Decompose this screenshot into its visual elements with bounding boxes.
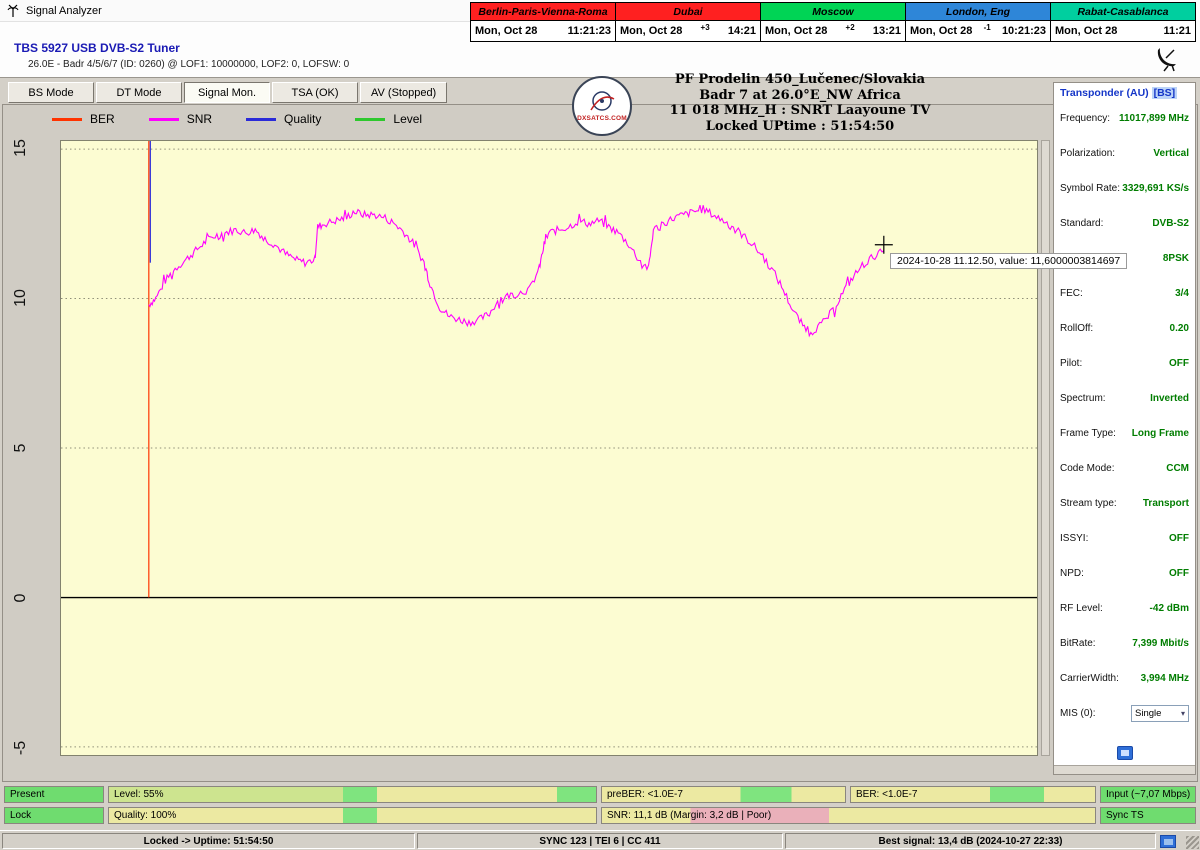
- clock-time: 11:21: [1163, 25, 1191, 37]
- present-indicator: Present: [4, 786, 104, 803]
- clock-time: 14:21: [728, 25, 756, 37]
- legend-quality: Quality: [246, 112, 321, 126]
- dt-mode-button[interactable]: DT Mode: [96, 82, 182, 103]
- transponder-row-carrierwidth: CarrierWidth:3,994 MHz: [1054, 661, 1195, 696]
- chevron-down-icon: ▾: [1181, 709, 1185, 718]
- logo-text: DXSATCS.COM: [577, 115, 627, 122]
- ber-line-swatch: [52, 118, 82, 121]
- transponder-row-rolloff: RollOff:0.20: [1054, 311, 1195, 346]
- utc-offset: +2: [846, 23, 855, 32]
- mode-toolbar: BS Mode DT Mode Signal Mon. TSA (OK) AV …: [8, 82, 447, 103]
- chart-canvas[interactable]: [61, 141, 1037, 755]
- clock-dubai: Dubai Mon, Oct 28+314:21: [616, 2, 761, 42]
- panel-footer: [1054, 746, 1195, 760]
- panel-horizontal-scrollbar[interactable]: [1054, 765, 1195, 774]
- cursor-tooltip: 2024-10-28 11.12.50, value: 11,600000381…: [890, 253, 1127, 269]
- transponder-row-npd: NPD:OFF: [1054, 556, 1195, 591]
- transponder-row-frametype: Frame Type:Long Frame: [1054, 416, 1195, 451]
- status-uptime: Locked -> Uptime: 51:54:50: [2, 833, 415, 849]
- bs-badge: [BS]: [1152, 87, 1178, 99]
- resize-grip[interactable]: [1186, 836, 1199, 849]
- site-header: PF Prodelin 450_Lučenec/Slovakia Badr 7 …: [600, 72, 1000, 134]
- clock-date: Mon, Oct 28: [1055, 25, 1117, 37]
- site-header-line3: 11 018 MHz_H : SNRT Laayoune TV: [600, 103, 1000, 119]
- clock-moscow: Moscow Mon, Oct 28+213:21: [761, 2, 906, 42]
- transponder-row-spectrum: Spectrum:Inverted: [1054, 381, 1195, 416]
- site-header-line4: Locked UPtime : 51:54:50: [600, 119, 1000, 135]
- input-indicator: Input (~7,07 Mbps): [1100, 786, 1196, 803]
- legend-snr: SNR: [149, 112, 212, 126]
- status-sync-counters: SYNC 123 | TEI 6 | CC 411: [417, 833, 783, 849]
- snr-meter: SNR: 11,1 dB (Margin: 3,2 dB | Poor): [601, 807, 1096, 824]
- transponder-row-codemode: Code Mode:CCM: [1054, 451, 1195, 486]
- y-tick-5: 5: [12, 433, 30, 463]
- tuner-name: TBS 5927 USB DVB-S2 Tuner: [14, 41, 180, 55]
- snr-line-swatch: [149, 118, 179, 121]
- preber-meter: preBER: <1.0E-7: [601, 786, 846, 803]
- clock-rabat: Rabat-Casablanca Mon, Oct 2811:21: [1051, 2, 1196, 42]
- transponder-row-issyi: ISSYI:OFF: [1054, 521, 1195, 556]
- clock-time: 11:21:23: [568, 25, 611, 37]
- status-best-signal: Best signal: 13,4 dB (2024-10-27 22:33): [785, 833, 1156, 849]
- transponder-row-fec: FEC:3/4: [1054, 276, 1195, 311]
- logo-art-icon: [587, 90, 617, 114]
- signal-mon-button[interactable]: Signal Mon.: [184, 82, 270, 103]
- legend-level: Level: [355, 112, 422, 126]
- y-tick-neg5: -5: [12, 733, 30, 763]
- clock-date: Mon, Oct 28: [475, 25, 537, 37]
- clock-date: Mon, Oct 28: [910, 25, 972, 37]
- satellite-dish-icon: [1152, 44, 1182, 77]
- transponder-row-symbolrate: Symbol Rate:3329,691 KS/s: [1054, 171, 1195, 206]
- y-tick-0: 0: [12, 583, 30, 613]
- status-monitor-icon[interactable]: [1160, 835, 1176, 848]
- site-header-line2: Badr 7 at 26.0°E_NW Africa: [600, 88, 1000, 104]
- dxsatcs-logo: DXSATCS.COM: [572, 76, 632, 136]
- y-tick-10: 10: [12, 283, 30, 313]
- quality-line-swatch: [246, 118, 276, 121]
- utc-offset: -1: [984, 23, 991, 32]
- transponder-row-rflevel: RF Level:-42 dBm: [1054, 591, 1195, 626]
- chart-vertical-scrollbar[interactable]: [1041, 140, 1050, 756]
- tsa-button[interactable]: TSA (OK): [272, 82, 358, 103]
- transponder-row-bitrate: BitRate:7,399 Mbit/s: [1054, 626, 1195, 661]
- mis-dropdown[interactable]: Single▾: [1131, 705, 1189, 722]
- window-title: Signal Analyzer: [26, 5, 102, 17]
- status-bar: Locked -> Uptime: 51:54:50 SYNC 123 | TE…: [0, 830, 1200, 850]
- clock-time: 10:21:23: [1002, 25, 1046, 37]
- transponder-panel: Transponder (AU) [BS] Frequency:11017,89…: [1053, 82, 1196, 775]
- transponder-row-pilot: Pilot:OFF: [1054, 346, 1195, 381]
- site-header-line1: PF Prodelin 450_Lučenec/Slovakia: [600, 72, 1000, 88]
- utc-offset: +3: [701, 23, 710, 32]
- av-button[interactable]: AV (Stopped): [360, 82, 447, 103]
- legend-ber: BER: [52, 112, 115, 126]
- app-icon: [6, 4, 20, 18]
- panel-tool-icon[interactable]: [1117, 746, 1133, 760]
- clock-london: London, Eng Mon, Oct 28-110:21:23: [906, 2, 1051, 42]
- transponder-row-standard: Standard:DVB-S2: [1054, 206, 1195, 241]
- signal-chart[interactable]: [60, 140, 1038, 756]
- sync-ts-indicator: Sync TS: [1100, 807, 1196, 824]
- world-clocks: Berlin-Paris-Vienna-Roma Mon, Oct 2811:2…: [470, 2, 1196, 42]
- ber-meter: BER: <1.0E-7: [850, 786, 1096, 803]
- lock-indicator: Lock: [4, 807, 104, 824]
- transponder-row-frequency: Frequency:11017,899 MHz: [1054, 101, 1195, 136]
- level-line-swatch: [355, 118, 385, 121]
- quality-meter: Quality: 100%: [108, 807, 597, 824]
- transponder-panel-title: Transponder (AU) [BS]: [1054, 83, 1195, 101]
- level-meter: Level: 55%: [108, 786, 597, 803]
- transponder-row-streamtype: Stream type:Transport: [1054, 486, 1195, 521]
- y-tick-15: 15: [12, 133, 30, 163]
- clock-date: Mon, Oct 28: [620, 25, 682, 37]
- clock-time: 13:21: [873, 25, 901, 37]
- clock-date: Mon, Oct 28: [765, 25, 827, 37]
- transponder-row-polarization: Polarization:Vertical: [1054, 136, 1195, 171]
- bs-mode-button[interactable]: BS Mode: [8, 82, 94, 103]
- titlebar: Signal Analyzer: [0, 0, 470, 22]
- tuner-config: 26.0E - Badr 4/5/6/7 (ID: 0260) @ LOF1: …: [28, 59, 349, 70]
- chart-legend: BER SNR Quality Level: [52, 112, 422, 126]
- clock-berlin: Berlin-Paris-Vienna-Roma Mon, Oct 2811:2…: [470, 2, 616, 42]
- transponder-row-mis: MIS (0): Single▾: [1054, 696, 1195, 731]
